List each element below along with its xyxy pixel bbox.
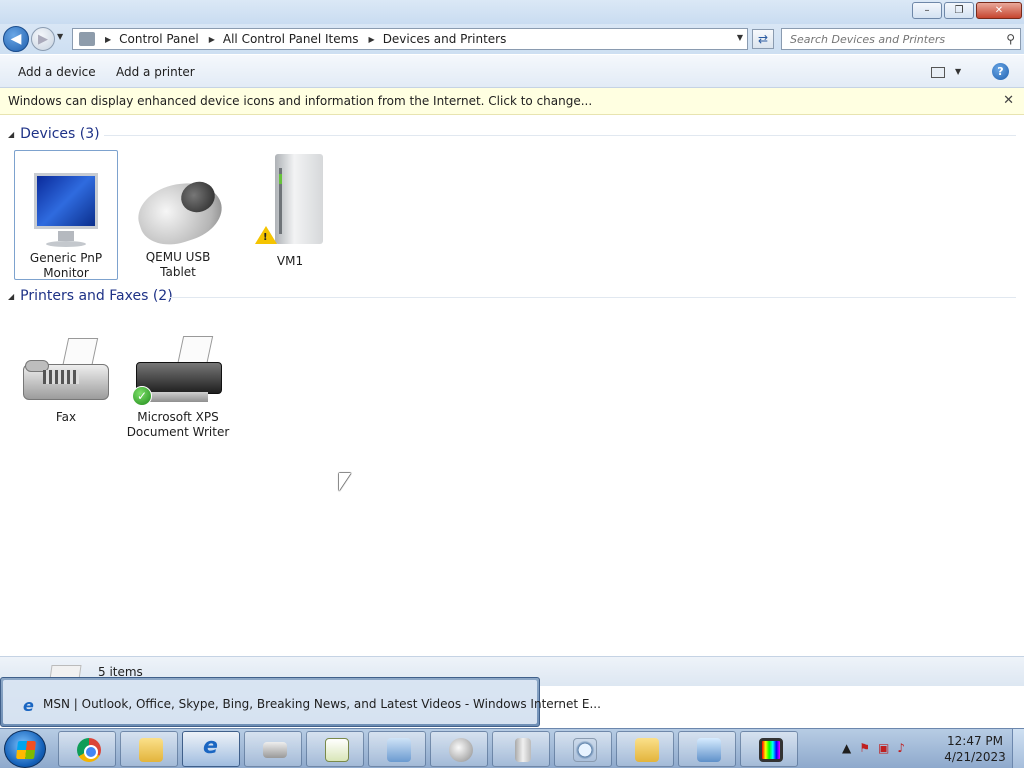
title-bar: – ❐ ✕ bbox=[0, 0, 1024, 24]
show-desktop-button[interactable] bbox=[1012, 729, 1024, 768]
breadcrumb-all-items[interactable]: All Control Panel Items bbox=[223, 32, 359, 46]
taskbar-display[interactable] bbox=[740, 731, 798, 767]
show-hidden-icons[interactable]: ▲ bbox=[842, 741, 851, 755]
display-icon bbox=[759, 738, 783, 762]
taskbar-mouse[interactable] bbox=[430, 731, 488, 767]
chevron-right-icon[interactable]: ▶ bbox=[369, 35, 375, 44]
taskbar-internet-explorer[interactable]: e bbox=[182, 731, 240, 767]
taskbar-control-panel[interactable] bbox=[368, 731, 426, 767]
restore-button[interactable]: ❐ bbox=[944, 2, 974, 19]
search-input[interactable] bbox=[790, 29, 1000, 49]
info-bar[interactable]: Windows can display enhanced device icon… bbox=[0, 88, 1024, 115]
control-panel-icon bbox=[387, 738, 411, 762]
printer-label: Microsoft XPS Document Writer bbox=[126, 410, 230, 439]
device-item[interactable]: QEMU USB Tablet bbox=[126, 150, 230, 280]
group-title: Printers and Faxes (2) bbox=[20, 288, 173, 304]
chevron-right-icon[interactable]: ▶ bbox=[105, 35, 111, 44]
printer-item[interactable]: ✓ Microsoft XPS Document Writer bbox=[126, 336, 230, 440]
window-controls: – ❐ ✕ bbox=[912, 2, 1022, 19]
breadcrumb-control-panel[interactable]: Control Panel bbox=[119, 32, 199, 46]
volume-icon[interactable]: ♪ bbox=[897, 741, 905, 755]
internet-explorer-icon: e bbox=[203, 734, 218, 759]
navigation-bar: ◀ ▶ ▼ ▶ Control Panel ▶ All Control Pane… bbox=[0, 24, 1024, 54]
devices-content: ◢ Devices (3) Generic PnP Monitor QEMU U… bbox=[0, 116, 1024, 656]
folder-icon bbox=[139, 738, 163, 762]
chevron-down-icon[interactable]: ▼ bbox=[737, 33, 743, 42]
chevron-down-icon[interactable]: ▼ bbox=[955, 67, 961, 76]
taskbar-folder[interactable] bbox=[616, 731, 674, 767]
collapse-icon[interactable]: ◢ bbox=[8, 292, 14, 301]
taskbar-search[interactable] bbox=[554, 731, 612, 767]
default-check-icon: ✓ bbox=[132, 386, 152, 406]
printer-label: Fax bbox=[55, 410, 77, 424]
mouse-cursor bbox=[339, 473, 351, 491]
address-bar[interactable]: ▶ Control Panel ▶ All Control Panel Item… bbox=[72, 28, 748, 50]
mouse-icon bbox=[449, 738, 473, 762]
mouse-icon bbox=[131, 172, 229, 254]
group-header-printers[interactable]: ◢ Printers and Faxes (2) bbox=[8, 288, 173, 304]
thumbnail-title[interactable]: MSN | Outlook, Office, Skype, Bing, Brea… bbox=[43, 697, 601, 711]
forward-button[interactable]: ▶ bbox=[31, 27, 55, 51]
internet-explorer-icon: e bbox=[23, 696, 34, 715]
collapse-icon[interactable]: ◢ bbox=[8, 130, 14, 139]
refresh-icon: ⇄ bbox=[757, 32, 769, 46]
add-printer-button[interactable]: Add a printer bbox=[116, 65, 195, 79]
minimize-button[interactable]: – bbox=[912, 2, 942, 19]
device-label: Generic PnP Monitor bbox=[29, 251, 103, 280]
control-panel-icon bbox=[79, 32, 95, 46]
start-button[interactable] bbox=[4, 730, 46, 768]
chevron-right-icon[interactable]: ▶ bbox=[209, 35, 215, 44]
system-tray: ▲ ⚑ ▣ ♪ bbox=[842, 741, 905, 755]
printer-item[interactable]: Fax bbox=[14, 336, 118, 425]
server-icon bbox=[515, 738, 531, 762]
network-icon[interactable]: ▣ bbox=[878, 741, 889, 755]
taskbar-explorer[interactable] bbox=[120, 731, 178, 767]
view-options-icon[interactable] bbox=[931, 67, 945, 78]
notepad-icon bbox=[325, 738, 349, 762]
device-label: VM1 bbox=[276, 254, 304, 268]
action-center-icon[interactable]: ⚑ bbox=[859, 741, 870, 755]
clock-date: 4/21/2023 bbox=[944, 750, 1006, 764]
search-box[interactable]: ⚲ bbox=[781, 28, 1021, 50]
group-title: Devices (3) bbox=[20, 126, 100, 142]
taskbar-server[interactable] bbox=[492, 731, 550, 767]
device-item[interactable]: Generic PnP Monitor bbox=[14, 150, 118, 280]
fax-icon bbox=[19, 336, 113, 408]
remote-desktop-icon bbox=[697, 738, 721, 762]
back-button[interactable]: ◀ bbox=[3, 26, 29, 52]
windows-logo-icon bbox=[16, 741, 36, 759]
search-icon[interactable]: ⚲ bbox=[1006, 32, 1015, 46]
group-divider bbox=[104, 135, 1016, 136]
chrome-icon bbox=[77, 738, 101, 762]
device-label: QEMU USB Tablet bbox=[145, 250, 211, 279]
refresh-button[interactable]: ⇄ bbox=[752, 29, 774, 49]
taskbar-notepad[interactable] bbox=[306, 731, 364, 767]
info-bar-text[interactable]: Windows can display enhanced device icon… bbox=[8, 94, 592, 108]
command-bar: Add a device Add a printer ▼ ? bbox=[0, 55, 1024, 88]
close-icon[interactable]: ✕ bbox=[1003, 93, 1014, 108]
recent-pages-dropdown[interactable]: ▼ bbox=[57, 32, 63, 41]
folder-icon bbox=[635, 738, 659, 762]
taskbar-chrome[interactable] bbox=[58, 731, 116, 767]
scanner-icon bbox=[263, 742, 287, 758]
group-divider bbox=[170, 297, 1016, 298]
arrow-left-icon: ◀ bbox=[10, 31, 22, 47]
clock[interactable]: 12:47 PM 4/21/2023 bbox=[940, 733, 1010, 765]
breadcrumb-devices-printers[interactable]: Devices and Printers bbox=[383, 32, 507, 46]
device-item[interactable]: ! VM1 bbox=[238, 150, 342, 269]
taskbar: e ▲ ⚑ ▣ ♪ 12:47 PM 4/21/2023 bbox=[0, 728, 1024, 768]
magnifier-icon bbox=[573, 738, 597, 762]
printer-icon: ✓ bbox=[130, 336, 226, 408]
drive-icon: ! bbox=[255, 154, 325, 246]
taskbar-scanner[interactable] bbox=[244, 731, 302, 767]
taskbar-remote-desktop[interactable] bbox=[678, 731, 736, 767]
monitor-icon bbox=[32, 169, 100, 249]
add-device-button[interactable]: Add a device bbox=[18, 65, 96, 79]
help-icon[interactable]: ? bbox=[992, 63, 1009, 80]
clock-time: 12:47 PM bbox=[947, 734, 1003, 748]
arrow-right-icon: ▶ bbox=[38, 31, 48, 47]
taskbar-thumbnail[interactable]: e MSN | Outlook, Office, Skype, Bing, Br… bbox=[0, 677, 601, 727]
group-header-devices[interactable]: ◢ Devices (3) bbox=[8, 126, 100, 142]
close-button[interactable]: ✕ bbox=[976, 2, 1022, 19]
